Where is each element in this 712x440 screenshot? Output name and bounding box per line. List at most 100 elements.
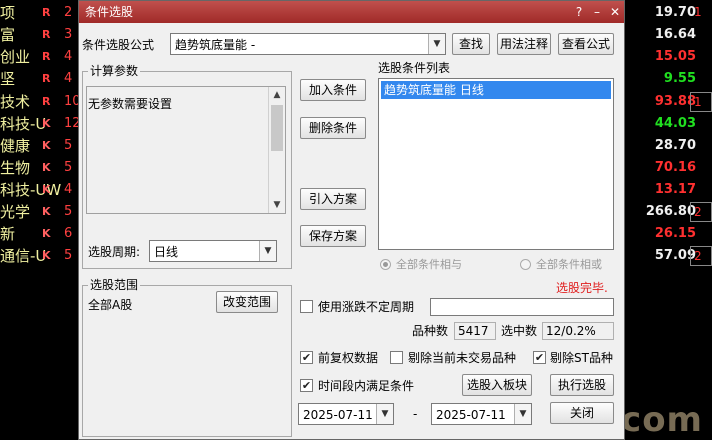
stock-name: 生物 <box>0 159 31 177</box>
stock-number: 5 <box>64 138 73 153</box>
help-button[interactable]: ? <box>571 4 587 20</box>
condition-list[interactable]: 趋势筑底量能 日线 <box>378 78 614 250</box>
add-condition-button[interactable]: 加入条件 <box>300 79 366 101</box>
exclude-non-trading-checkbox[interactable] <box>390 351 403 364</box>
chevron-down-icon[interactable]: ▼ <box>376 404 393 424</box>
check-icon: ✔ <box>301 379 312 392</box>
save-plan-button[interactable]: 保存方案 <box>300 225 366 247</box>
formula-select[interactable]: 趋势筑底量能 - ▼ <box>170 33 446 55</box>
price-cell: 26.15 <box>654 226 696 241</box>
stock-row[interactable]: 新 K 6 <box>0 223 80 245</box>
time-period-label: 时间段内满足条件 <box>318 379 415 393</box>
time-period-checkbox[interactable]: ✔ <box>300 379 313 392</box>
price-cell: 13.17 <box>654 182 696 197</box>
period-label: 选股周期: <box>88 245 141 259</box>
stock-flag: K <box>42 161 51 174</box>
dialog-titlebar[interactable]: 条件选股 ? – ✕ <box>79 1 624 23</box>
stock-number: 6 <box>64 226 73 241</box>
stock-row[interactable]: 富 R 3 <box>0 24 80 46</box>
scroll-thumb[interactable] <box>271 105 283 151</box>
stock-number: 2 <box>64 5 73 20</box>
close-button[interactable]: 关闭 <box>550 402 614 424</box>
forward-adjust-checkbox[interactable]: ✔ <box>300 351 313 364</box>
stock-row[interactable]: 坚 R 4 <box>0 68 80 90</box>
variable-period-input[interactable] <box>430 298 614 316</box>
execute-screening-button[interactable]: 执行选股 <box>550 374 614 396</box>
change-range-button[interactable]: 改变范围 <box>216 291 278 313</box>
stock-flag: K <box>42 249 51 262</box>
edge-number: 1 <box>694 5 702 19</box>
radio-or[interactable] <box>520 259 531 270</box>
price-cell: 266.80 <box>645 204 696 219</box>
no-params-text: 无参数需要设置 <box>88 97 173 111</box>
stock-number: 5 <box>64 160 73 175</box>
check-icon: ✔ <box>301 351 312 364</box>
start-date-picker[interactable]: 2025-07-11 ▼ <box>298 403 394 425</box>
stock-number: 5 <box>64 248 73 263</box>
usage-notes-button[interactable]: 用法注释 <box>497 33 551 55</box>
edge-number: 1 <box>694 95 702 109</box>
stock-number: 4 <box>64 182 73 197</box>
period-select-value: 日线 <box>154 245 179 259</box>
stock-name: 健康 <box>0 137 31 155</box>
stock-row[interactable]: 健康 K 5 <box>0 135 80 157</box>
stock-name: 光学 <box>0 203 31 221</box>
minimize-button[interactable]: – <box>589 4 605 20</box>
close-window-button[interactable]: ✕ <box>607 4 623 20</box>
price-cell: 9.55 <box>663 71 696 86</box>
delete-condition-button[interactable]: 删除条件 <box>300 117 366 139</box>
chevron-down-icon[interactable]: ▼ <box>428 34 445 54</box>
dialog-title: 条件选股 <box>85 5 134 19</box>
variable-period-checkbox[interactable] <box>300 300 313 313</box>
scroll-up-icon[interactable]: ▲ <box>269 87 285 103</box>
chevron-down-icon[interactable]: ▼ <box>259 241 276 261</box>
exclude-st-label: 剔除ST品种 <box>550 351 613 365</box>
stock-row[interactable]: 技术 R 10 <box>0 91 80 113</box>
stock-flag: K <box>42 227 51 240</box>
formula-label: 条件选股公式 <box>82 38 155 52</box>
variable-period-label: 使用涨跌不定周期 <box>318 300 415 314</box>
stock-flag: R <box>42 72 51 85</box>
edge-number: 2 <box>694 249 702 263</box>
stock-row[interactable]: 科技-U K 12 <box>0 113 80 135</box>
stock-number: 3 <box>64 27 73 42</box>
stock-row[interactable]: 科技-UW K 4 <box>0 179 80 201</box>
params-scrollbar[interactable]: ▲ ▼ <box>268 87 285 213</box>
view-formula-button[interactable]: 查看公式 <box>558 33 614 55</box>
radio-and[interactable] <box>380 259 391 270</box>
period-select[interactable]: 日线 ▼ <box>149 240 277 262</box>
list-item[interactable]: 趋势筑底量能 日线 <box>381 81 611 99</box>
price-cell: 93.88 <box>654 94 696 109</box>
end-date-value: 2025-07-11 <box>436 408 506 422</box>
stock-flag: R <box>42 50 51 63</box>
stock-row[interactable]: 创业 R 4 <box>0 46 80 68</box>
status-text: 选股完毕. <box>556 281 608 295</box>
stock-flag: K <box>42 183 51 196</box>
radio-or-label: 全部条件相或 <box>536 258 602 271</box>
scroll-down-icon[interactable]: ▼ <box>269 197 285 213</box>
stock-row[interactable]: 通信-U K 5 <box>0 245 80 267</box>
exclude-st-checkbox[interactable]: ✔ <box>533 351 546 364</box>
date-separator: - <box>413 407 418 421</box>
selected-count-label: 选中数 <box>501 324 538 338</box>
price-cell: 19.70 <box>654 5 696 20</box>
find-button[interactable]: 查找 <box>452 33 490 55</box>
start-date-value: 2025-07-11 <box>303 408 373 422</box>
stock-row[interactable]: 生物 K 5 <box>0 157 80 179</box>
chevron-down-icon[interactable]: ▼ <box>514 404 531 424</box>
stock-flag: R <box>42 95 51 108</box>
stock-row[interactable]: 光学 K 5 <box>0 201 80 223</box>
import-plan-button[interactable]: 引入方案 <box>300 188 366 210</box>
radio-and-label: 全部条件相与 <box>396 258 462 271</box>
add-to-block-button[interactable]: 选股入板块 <box>462 374 532 396</box>
stock-row[interactable]: 项 R 2 <box>0 2 80 24</box>
check-icon: ✔ <box>534 351 545 364</box>
forward-adjust-label: 前复权数据 <box>318 351 379 365</box>
stock-name: 科技-U <box>0 115 47 133</box>
exclude-non-trading-label: 剔除当前未交易品种 <box>408 351 517 365</box>
stock-flag: R <box>42 28 51 41</box>
stock-name: 项 <box>0 4 16 22</box>
end-date-picker[interactable]: 2025-07-11 ▼ <box>431 403 532 425</box>
variety-count-field: 5417 <box>454 322 496 340</box>
calc-params-title: 计算参数 <box>88 64 141 78</box>
